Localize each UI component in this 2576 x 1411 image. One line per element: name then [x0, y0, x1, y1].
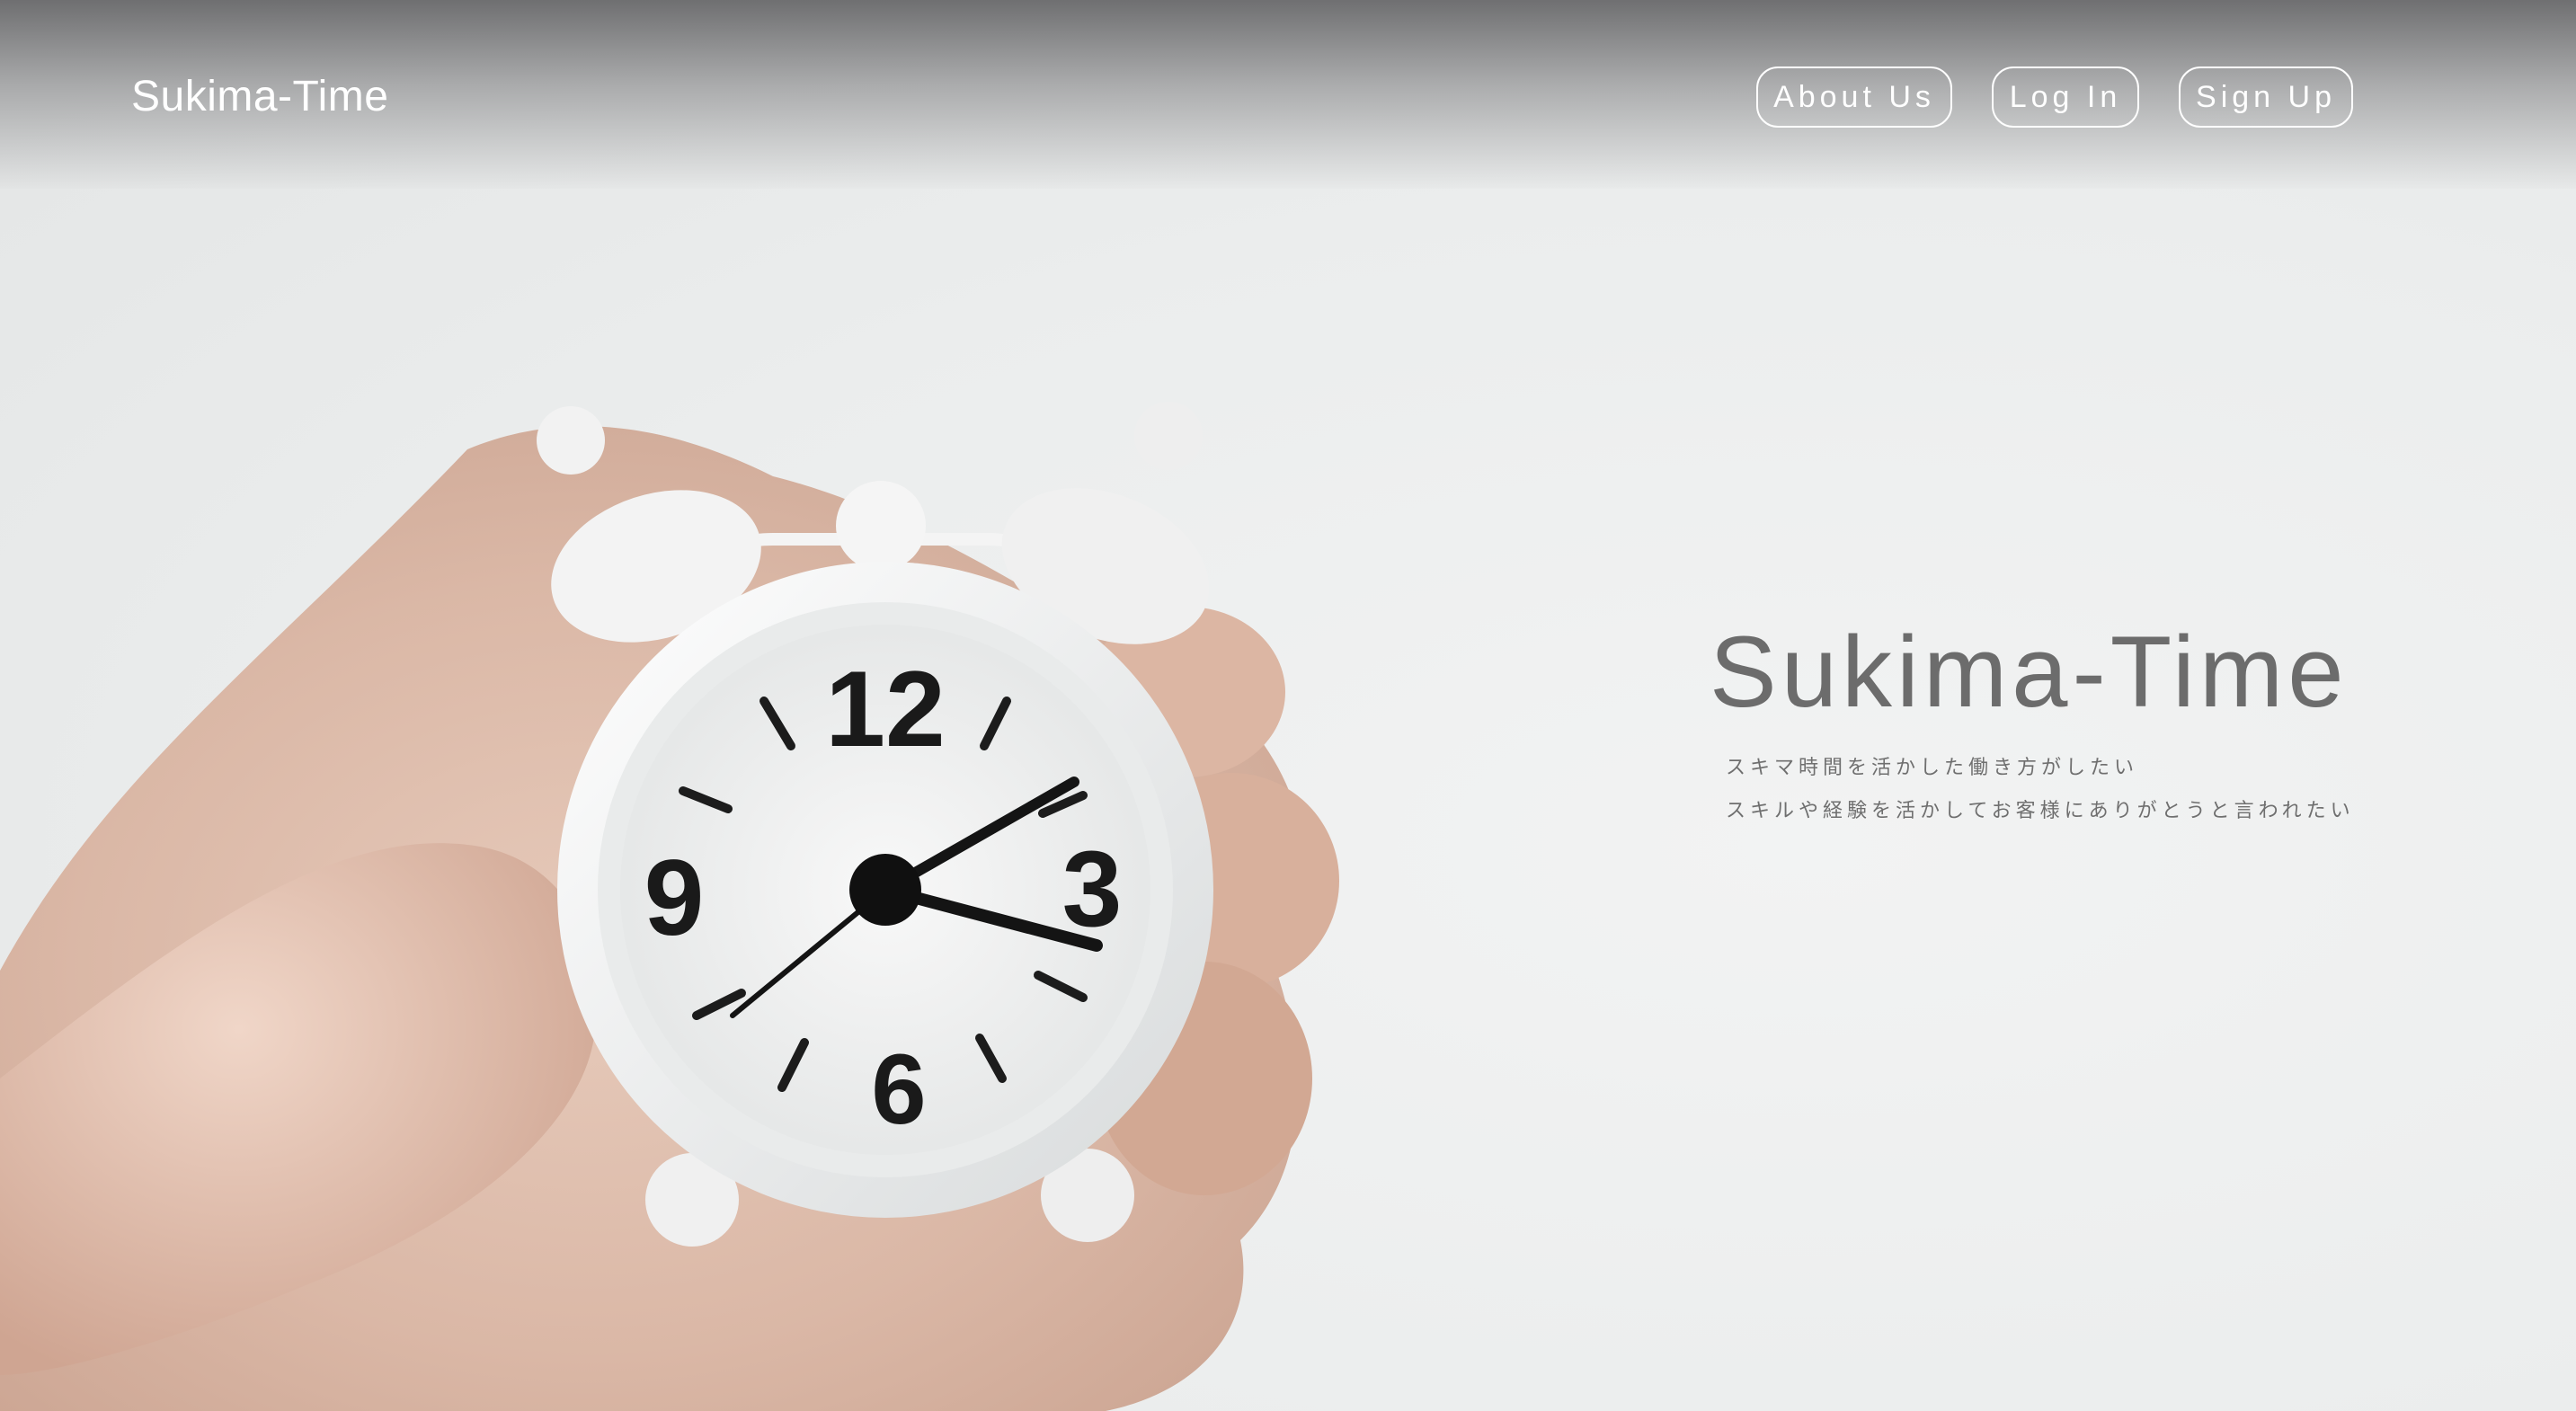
brand-logo[interactable]: Sukima-Time — [131, 72, 388, 121]
svg-text:12: 12 — [825, 649, 945, 769]
log-in-button[interactable]: Log In — [1992, 67, 2139, 128]
hero-tagline: スキマ時間を活かした働き方がしたい — [1726, 757, 2139, 779]
svg-text:6: 6 — [871, 1034, 926, 1145]
svg-text:3: 3 — [1062, 829, 1123, 949]
svg-text:9: 9 — [644, 838, 705, 958]
hero-tagline: スキルや経験を活かしてお客様にありがとうと言われたい — [1726, 800, 2355, 822]
hero-clock-image: 12 3 6 9 — [0, 402, 1339, 1411]
about-us-button[interactable]: About Us — [1756, 67, 1952, 128]
hero-title: Sukima-Time — [1710, 616, 2349, 728]
sign-up-button[interactable]: Sign Up — [2179, 67, 2353, 128]
